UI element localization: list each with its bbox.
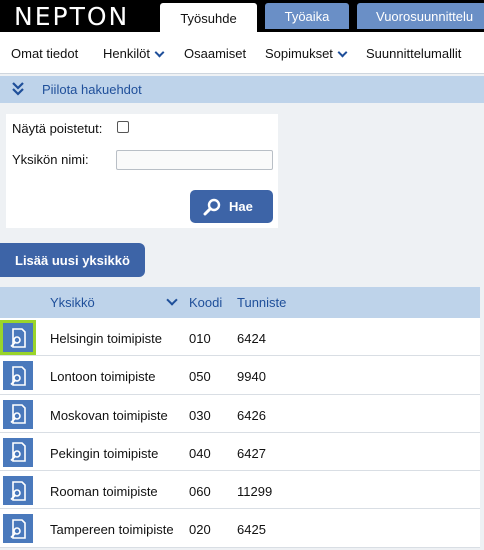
chevron-down-icon xyxy=(337,47,348,58)
unit-name-cell: Moskovan toimipiste xyxy=(50,407,168,423)
magnifier-document-icon xyxy=(10,327,26,348)
unit-id-cell: 6424 xyxy=(237,331,266,346)
subnav-label: Suunnittelumallit xyxy=(366,46,462,61)
column-header-id[interactable]: Tunniste xyxy=(237,295,286,310)
unit-id-cell: 9940 xyxy=(237,369,266,385)
magnifier-document-icon xyxy=(10,442,26,463)
view-document-icon[interactable] xyxy=(3,476,33,506)
unit-name-cell: Tampereen toimipiste xyxy=(50,522,174,538)
add-unit-button-label: Lisää uusi yksikkö xyxy=(15,252,130,268)
filter-toggle-label: Piilota hakuehdot xyxy=(42,82,142,97)
table-row[interactable]: Lontoon toimipiste 050 9940 xyxy=(0,356,480,395)
unit-name-cell: Helsingin toimipiste xyxy=(50,331,162,346)
unit-code-cell: 010 xyxy=(189,331,211,346)
unit-id-cell: 11299 xyxy=(237,484,273,500)
unit-id-cell: 6426 xyxy=(237,407,266,423)
view-document-icon[interactable] xyxy=(3,399,33,429)
unit-code-cell: 030 xyxy=(189,407,211,423)
subnav-label: Osaamiset xyxy=(184,46,247,61)
subnav-sopimukset[interactable]: Sopimukset xyxy=(265,46,348,61)
magnifier-document-icon xyxy=(10,404,26,424)
show-deleted-checkbox[interactable] xyxy=(117,121,129,133)
table-header: Yksikkö Koodi Tunniste xyxy=(0,287,480,318)
unit-name-cell: Pekingin toimipiste xyxy=(50,445,159,461)
subnav-suunnittelumallit[interactable]: Suunnittelumallit xyxy=(366,46,461,61)
unit-name-label: Yksikön nimi: xyxy=(12,152,89,167)
view-document-icon[interactable] xyxy=(3,437,33,467)
tab-tyoaika[interactable]: Työaika xyxy=(265,3,349,29)
unit-name-cell: Lontoon toimipiste xyxy=(50,369,156,385)
column-header-code[interactable]: Koodi xyxy=(189,295,222,310)
sub-navigation: Omat tiedot Henkilöt Osaamiset Sopimukse… xyxy=(0,32,484,74)
magnifier-document-icon xyxy=(10,480,26,501)
column-header-unit[interactable]: Yksikkö xyxy=(50,295,95,310)
unit-name-cell: Rooman toimipiste xyxy=(50,484,158,500)
unit-code-cell: 050 xyxy=(189,369,211,385)
unit-id-cell: 6427 xyxy=(237,445,266,461)
add-unit-button[interactable]: Lisää uusi yksikkö xyxy=(0,243,145,277)
view-document-icon[interactable] xyxy=(3,514,33,544)
unit-id-cell: 6425 xyxy=(237,522,266,538)
magnifier-document-icon xyxy=(10,365,26,386)
app-logo: NEPTON xyxy=(14,2,130,31)
table-row[interactable]: Pekingin toimipiste 040 6427 xyxy=(0,432,480,472)
unit-code-cell: 060 xyxy=(189,484,211,500)
tab-vuorosuunnittelu[interactable]: Vuorosuunnittelu xyxy=(357,3,484,29)
magnifier-document-icon xyxy=(10,519,26,539)
unit-code-cell: 040 xyxy=(189,445,211,461)
unit-code-cell: 020 xyxy=(189,522,211,538)
search-icon xyxy=(203,198,221,215)
top-bar: NEPTON Työsuhde Työaika Vuorosuunnittelu xyxy=(0,0,484,34)
subnav-label: Henkilöt xyxy=(103,46,150,61)
view-document-icon[interactable] xyxy=(3,361,33,391)
table-row[interactable]: Helsingin toimipiste 010 6424 xyxy=(0,318,480,357)
search-button-label: Hae xyxy=(229,199,253,214)
search-panel: Näytä poistetut: Yksikön nimi: Hae xyxy=(6,114,278,228)
sort-chevron-down-icon[interactable] xyxy=(166,294,178,306)
table-row[interactable]: Moskovan toimipiste 030 6426 xyxy=(0,394,480,433)
subnav-label: Sopimukset xyxy=(265,46,333,61)
units-table: Yksikkö Koodi Tunniste Helsingin toimipi… xyxy=(0,287,480,548)
tab-tyosuhde[interactable]: Työsuhde xyxy=(160,3,257,34)
search-button[interactable]: Hae xyxy=(190,190,273,223)
chevron-down-icon xyxy=(154,47,165,58)
double-chevron-down-icon xyxy=(12,82,24,96)
subnav-omat-tiedot[interactable]: Omat tiedot xyxy=(11,46,78,61)
show-deleted-label: Näytä poistetut: xyxy=(12,121,103,136)
subnav-osaamiset[interactable]: Osaamiset xyxy=(184,46,246,61)
filter-toggle-bar[interactable]: Piilota hakuehdot xyxy=(0,76,484,103)
table-row[interactable]: Tampereen toimipiste 020 6425 xyxy=(0,509,480,548)
subnav-henkilot[interactable]: Henkilöt xyxy=(103,46,165,61)
unit-name-input[interactable] xyxy=(116,150,273,170)
table-body: Helsingin toimipiste 010 6424 Lontoon to… xyxy=(0,318,480,548)
table-row[interactable]: Rooman toimipiste 060 11299 xyxy=(0,471,480,510)
subnav-label: Omat tiedot xyxy=(11,46,79,61)
view-document-icon[interactable] xyxy=(0,320,36,355)
